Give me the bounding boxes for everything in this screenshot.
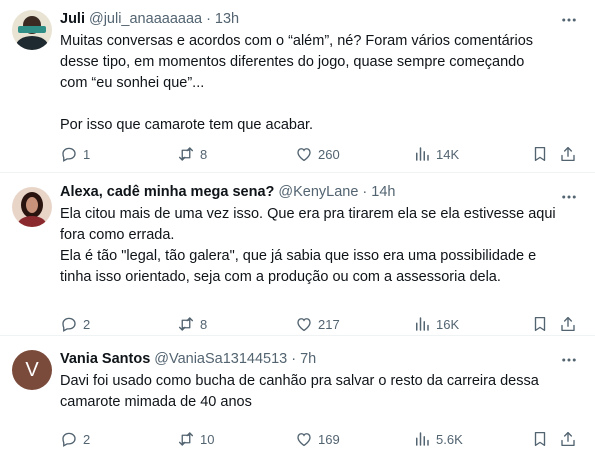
tweet-text: Muitas conversas e acordos com o “além”,… bbox=[60, 31, 581, 136]
reply-count: 2 bbox=[83, 431, 91, 447]
retweet-button[interactable]: 8 bbox=[177, 315, 207, 333]
more-icon[interactable] bbox=[557, 350, 581, 370]
like-count: 169 bbox=[318, 431, 340, 447]
tweet-line: com “eu sonhei que”... bbox=[60, 75, 205, 91]
user-handle[interactable]: @juli_anaaaaaaa bbox=[89, 10, 202, 29]
like-icon bbox=[297, 318, 311, 332]
views-button[interactable]: 16K bbox=[413, 315, 459, 333]
tweet-header: Alexa, cadê minha mega sena? @KenyLane ·… bbox=[60, 183, 581, 202]
share-icon[interactable] bbox=[559, 430, 577, 448]
reply-icon bbox=[62, 317, 76, 332]
tweet-line: Davi foi usado como bucha de canhão pra … bbox=[60, 373, 539, 389]
reply-icon bbox=[62, 432, 76, 447]
separator: · bbox=[291, 351, 297, 367]
timestamp[interactable]: 7h bbox=[300, 350, 316, 369]
like-icon bbox=[297, 433, 311, 447]
view-count: 16K bbox=[436, 316, 460, 332]
tweet-header: Vania Santos @VaniaSa13144513 · 7h bbox=[60, 350, 581, 369]
tweet-line: Muitas conversas e acordos com o “além”,… bbox=[60, 33, 534, 49]
avatar-vania[interactable]: V bbox=[12, 350, 52, 390]
view-count: 14K bbox=[436, 146, 460, 162]
views-icon bbox=[416, 147, 429, 161]
tweet-line: fora como errada. bbox=[60, 227, 175, 243]
avatar-juli[interactable] bbox=[12, 10, 52, 50]
timestamp[interactable]: 13h bbox=[215, 10, 239, 29]
reply-icon bbox=[62, 147, 76, 162]
like-count: 217 bbox=[318, 316, 340, 332]
retweet-icon bbox=[178, 147, 194, 161]
tweet-vania[interactable]: V Vania Santos @VaniaSa13144513 · 7h Dav… bbox=[0, 336, 595, 451]
tweet-text: Davi foi usado como bucha de canhão pra … bbox=[60, 371, 581, 413]
retweet-count: 8 bbox=[200, 146, 208, 162]
views-icon bbox=[416, 317, 429, 331]
display-name[interactable]: Juli bbox=[60, 10, 85, 29]
user-handle[interactable]: @KenyLane bbox=[278, 183, 358, 202]
tweet-juli[interactable]: Juli @juli_anaaaaaaa · 13h Muitas conver… bbox=[0, 0, 595, 173]
timestamp[interactable]: 14h bbox=[371, 183, 395, 202]
retweet-button[interactable]: 8 bbox=[177, 145, 207, 163]
retweet-count: 10 bbox=[200, 431, 215, 447]
views-icon bbox=[416, 432, 429, 446]
tweet-line: Por isso que camarote tem que acabar. bbox=[60, 117, 314, 133]
more-icon[interactable] bbox=[557, 10, 581, 30]
like-button[interactable]: 217 bbox=[295, 315, 340, 333]
view-count: 5.6K bbox=[436, 431, 463, 447]
separator: · bbox=[362, 184, 368, 200]
views-button[interactable]: 14K bbox=[413, 145, 459, 163]
like-button[interactable]: 169 bbox=[295, 430, 340, 448]
action-bar: 2 10 169 5.6K bbox=[60, 428, 581, 450]
display-name[interactable]: Alexa, cadê minha mega sena? bbox=[60, 183, 274, 202]
bookmark-icon[interactable] bbox=[531, 315, 549, 333]
tweet-alexa[interactable]: Alexa, cadê minha mega sena? @KenyLane ·… bbox=[0, 173, 595, 336]
retweet-count: 8 bbox=[200, 316, 208, 332]
reply-count: 2 bbox=[83, 316, 91, 332]
retweet-icon bbox=[178, 317, 194, 331]
share-icon[interactable] bbox=[559, 315, 577, 333]
action-bar: 1 8 260 14K bbox=[60, 143, 581, 165]
like-button[interactable]: 260 bbox=[295, 145, 340, 163]
reply-button[interactable]: 2 bbox=[60, 430, 90, 448]
retweet-button[interactable]: 10 bbox=[177, 430, 214, 448]
bookmark-icon[interactable] bbox=[531, 430, 549, 448]
display-name[interactable]: Vania Santos bbox=[60, 350, 150, 369]
reply-button[interactable]: 1 bbox=[60, 145, 90, 163]
action-bar: 2 8 217 16K bbox=[60, 313, 581, 335]
tweet-header: Juli @juli_anaaaaaaa · 13h bbox=[60, 10, 581, 29]
reply-count: 1 bbox=[83, 146, 91, 162]
like-icon bbox=[297, 148, 311, 162]
tweet-line: tinha isso orientado, seja com a produçã… bbox=[60, 269, 501, 285]
separator: · bbox=[206, 11, 211, 27]
reply-feed: Juli @juli_anaaaaaaa · 13h Muitas conver… bbox=[0, 0, 595, 451]
user-handle[interactable]: @VaniaSa13144513 bbox=[154, 350, 287, 369]
tweet-line: Ela citou mais de uma vez isso. Que era … bbox=[60, 206, 556, 222]
more-icon[interactable] bbox=[557, 187, 581, 207]
avatar-initial: V bbox=[25, 358, 39, 381]
reply-button[interactable]: 2 bbox=[60, 315, 90, 333]
like-count: 260 bbox=[318, 146, 340, 162]
tweet-line: Ela é tão "legal, tão galera", que já sa… bbox=[60, 248, 537, 264]
avatar-alexa[interactable] bbox=[12, 187, 52, 227]
tweet-line: desse tipo, em momentos diferentes do jo… bbox=[60, 54, 525, 70]
bookmark-icon[interactable] bbox=[531, 145, 549, 163]
tweet-line: camarote mimada de 40 anos bbox=[60, 394, 252, 410]
tweet-text: Ela citou mais de uma vez isso. Que era … bbox=[60, 204, 581, 288]
retweet-icon bbox=[178, 432, 194, 446]
views-button[interactable]: 5.6K bbox=[413, 430, 463, 448]
share-icon[interactable] bbox=[559, 145, 577, 163]
